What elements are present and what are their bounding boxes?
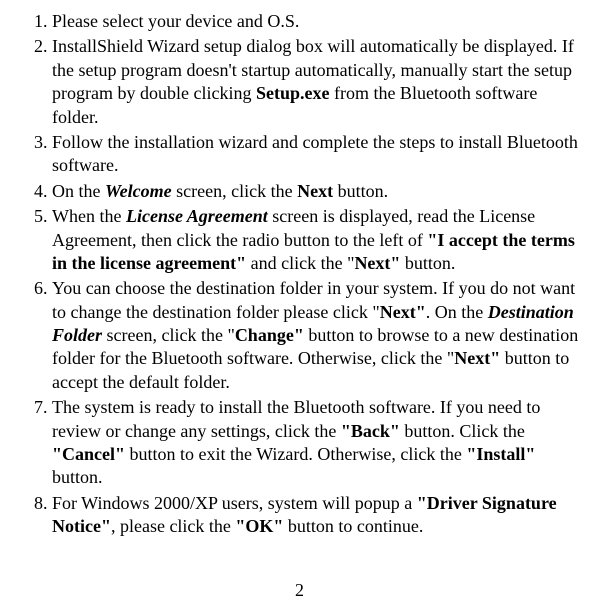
text-segment: For Windows 2000/XP users, system will p… — [52, 493, 417, 513]
instruction-item: Follow the installation wizard and compl… — [52, 131, 587, 178]
text-segment: Next" — [380, 302, 426, 322]
instruction-item: On the Welcome screen, click the Next bu… — [52, 180, 587, 203]
page-number: 2 — [12, 579, 587, 602]
instruction-item: InstallShield Wizard setup dialog box wi… — [52, 35, 587, 129]
text-segment: "Cancel" — [52, 444, 125, 464]
text-segment: "Back" — [341, 421, 400, 441]
text-segment: Next" — [354, 253, 400, 273]
text-segment: When the — [52, 206, 126, 226]
text-segment: Setup.exe — [256, 83, 330, 103]
text-segment: License Agreement — [126, 206, 268, 226]
instruction-item: Please select your device and O.S. — [52, 10, 587, 33]
text-segment: "Install" — [466, 444, 535, 464]
text-segment: button. — [400, 253, 455, 273]
instruction-item: You can choose the destination folder in… — [52, 277, 587, 394]
instruction-item: When the License Agreement screen is dis… — [52, 205, 587, 275]
text-segment: Next" — [454, 348, 500, 368]
text-segment: button. Click the — [400, 421, 525, 441]
instruction-item: For Windows 2000/XP users, system will p… — [52, 492, 587, 539]
text-segment: Change" — [235, 325, 304, 345]
text-segment: Welcome — [105, 181, 172, 201]
text-segment: Follow the installation wizard and compl… — [52, 132, 578, 175]
text-segment: button to continue. — [283, 516, 423, 536]
text-segment: screen, click the — [172, 181, 297, 201]
text-segment: screen, click the " — [102, 325, 235, 345]
instruction-item: The system is ready to install the Bluet… — [52, 396, 587, 490]
text-segment: On the — [52, 181, 105, 201]
text-segment: button to exit the Wizard. Otherwise, cl… — [125, 444, 466, 464]
text-segment: , please click the — [111, 516, 235, 536]
text-segment: Next — [297, 181, 333, 201]
text-segment: . On the — [426, 302, 488, 322]
text-segment: "OK" — [235, 516, 283, 536]
text-segment: button. — [52, 467, 103, 487]
text-segment: and click the " — [246, 253, 354, 273]
instruction-list: Please select your device and O.S. Instal… — [12, 10, 587, 539]
text-segment: Please select your device and O.S. — [52, 11, 299, 31]
text-segment: button. — [333, 181, 388, 201]
